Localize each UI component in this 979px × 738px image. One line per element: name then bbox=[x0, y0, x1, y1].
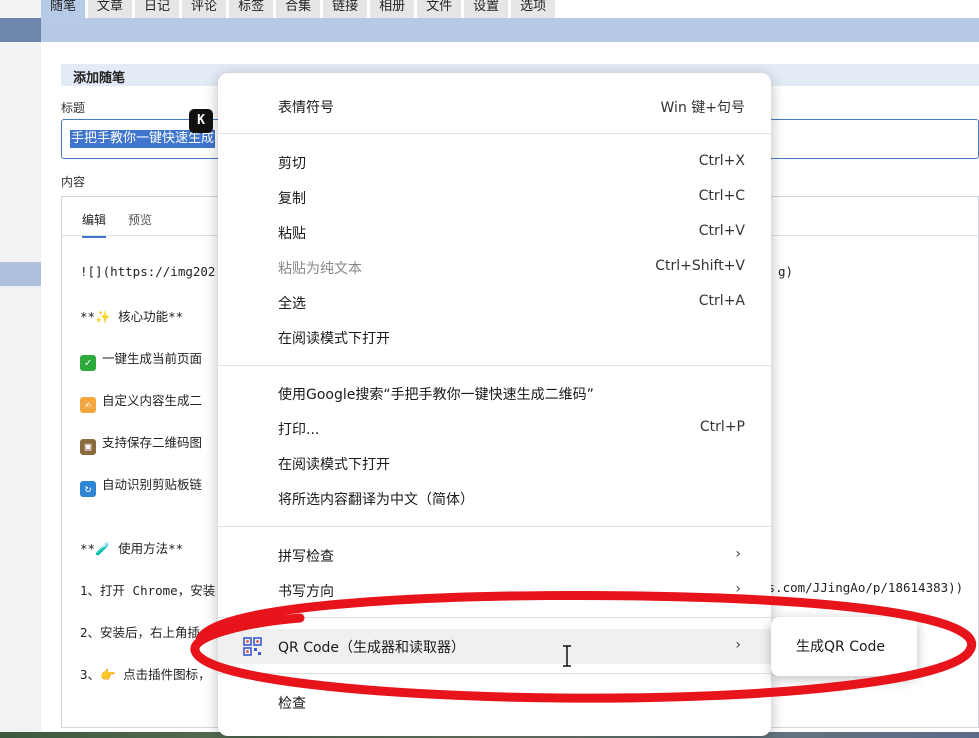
menu-item-print[interactable]: 打印... Ctrl+P bbox=[218, 411, 771, 446]
header-band bbox=[41, 18, 979, 42]
menu-item-shortcut: Ctrl+P bbox=[699, 419, 745, 435]
chevron-right-icon: › bbox=[735, 581, 741, 597]
markdown-line-feature-1[interactable]: ✓ 一键生成当前页面 bbox=[80, 348, 202, 371]
nav-tab-links[interactable]: 链接 bbox=[323, 0, 369, 18]
menu-item-reader-mode[interactable]: 在阅读模式下打开 bbox=[218, 320, 771, 355]
menu-separator bbox=[218, 526, 771, 527]
markdown-line-usage-heading[interactable]: **🧪 使用方法** bbox=[80, 538, 183, 557]
nav-tab-comments[interactable]: 评论 bbox=[182, 0, 228, 18]
menu-item-label: 全选 bbox=[278, 296, 306, 312]
menu-item-label: 复制 bbox=[278, 191, 306, 207]
menu-item-shortcut: Ctrl+A bbox=[698, 293, 745, 309]
feature-2-text: 自定义内容生成二 bbox=[102, 393, 203, 408]
markdown-line-features-heading[interactable]: **✨ 核心功能** bbox=[80, 306, 183, 325]
toolbox-icon: ▣ bbox=[80, 439, 96, 455]
tab-edit[interactable]: 编辑 bbox=[82, 211, 107, 238]
menu-item-label: QR Code（生成器和读取器） bbox=[278, 640, 466, 656]
tab-preview[interactable]: 预览 bbox=[128, 211, 152, 228]
chevron-right-icon: › bbox=[735, 546, 741, 562]
menu-item-label: 将所选内容翻译为中文（简体） bbox=[278, 492, 474, 508]
menu-item-reader-mode-2[interactable]: 在阅读模式下打开 bbox=[218, 446, 771, 481]
markdown-line-step-3[interactable]: 3、👉 点击插件图标， bbox=[80, 664, 211, 683]
writing-hand-icon: ✍ bbox=[80, 397, 96, 413]
qr-code-icon bbox=[243, 637, 262, 656]
nav-tab-options[interactable]: 选项 bbox=[511, 0, 557, 18]
markdown-line-step-1-tail[interactable]: gs.com/JJingAo/p/18614383)) bbox=[760, 580, 963, 595]
menu-separator bbox=[218, 133, 771, 134]
menu-item-translate[interactable]: 将所选内容翻译为中文（简体） bbox=[218, 481, 771, 516]
menu-item-shortcut: Win 键+句号 bbox=[660, 100, 745, 116]
feature-4-text: 自动识别剪贴板链 bbox=[102, 477, 203, 492]
menu-item-label: 表情符号 bbox=[278, 100, 334, 116]
menu-item-shortcut: Ctrl+X bbox=[698, 153, 745, 169]
feature-3-text: 支持保存二维码图 bbox=[102, 435, 203, 450]
markdown-line-step-2[interactable]: 2、安装后，右上角插 bbox=[80, 622, 200, 641]
title-label: 标题 bbox=[61, 101, 86, 115]
menu-item-emoji[interactable]: 表情符号 Win 键+句号 bbox=[218, 89, 771, 124]
menu-item-inspect[interactable]: 检查 bbox=[218, 685, 771, 720]
menu-item-select-all[interactable]: 全选 Ctrl+A bbox=[218, 285, 771, 320]
text-cursor-icon bbox=[563, 645, 571, 667]
menu-item-label: 检查 bbox=[278, 696, 306, 712]
menu-item-qr-code[interactable]: QR Code（生成器和读取器） › bbox=[218, 629, 771, 664]
menu-item-label: 剪切 bbox=[278, 156, 306, 172]
refresh-icon: ↻ bbox=[80, 481, 96, 497]
menu-item-shortcut: Ctrl+Shift+V bbox=[655, 258, 745, 274]
nav-tab-files[interactable]: 文件 bbox=[417, 0, 463, 18]
nav-tab-diary[interactable]: 日记 bbox=[135, 0, 181, 18]
menu-item-label: 在阅读模式下打开 bbox=[278, 331, 390, 347]
menu-item-google-search[interactable]: 使用Google搜索“手把手教你一键快速生成二维码” bbox=[218, 376, 771, 411]
markdown-line-feature-4[interactable]: ↻ 自动识别剪贴板链 bbox=[80, 474, 202, 497]
menu-item-cut[interactable]: 剪切 Ctrl+X bbox=[218, 145, 771, 180]
top-nav: 随笔 文章 日记 评论 标签 合集 链接 相册 文件 设置 选项 bbox=[41, 0, 558, 18]
nav-tab-article[interactable]: 文章 bbox=[88, 0, 134, 18]
menu-item-shortcut: Ctrl+V bbox=[698, 223, 745, 239]
extension-badge-icon[interactable]: K bbox=[189, 109, 213, 133]
check-icon: ✓ bbox=[80, 355, 96, 371]
menu-item-label: 打印... bbox=[278, 422, 320, 438]
markdown-line-image-tail[interactable]: g) bbox=[778, 264, 793, 279]
menu-item-label: 粘贴 bbox=[278, 226, 306, 242]
nav-tab-essay[interactable]: 随笔 bbox=[41, 0, 87, 18]
menu-item-label: 使用Google搜索“手把手教你一键快速生成二维码” bbox=[278, 387, 594, 403]
menu-item-writing-direction[interactable]: 书写方向 › bbox=[218, 573, 771, 608]
menu-separator bbox=[218, 365, 771, 366]
markdown-line-step-1[interactable]: 1、打开 Chrome，安装 bbox=[80, 580, 215, 599]
menu-separator bbox=[218, 673, 771, 674]
left-nav-highlight[interactable] bbox=[0, 18, 41, 42]
nav-tab-tags[interactable]: 标签 bbox=[229, 0, 275, 18]
nav-tab-collections[interactable]: 合集 bbox=[276, 0, 322, 18]
content-label: 内容 bbox=[61, 175, 86, 189]
menu-item-label: 粘贴为纯文本 bbox=[278, 261, 362, 277]
menu-item-spell-check[interactable]: 拼写检查 › bbox=[218, 538, 771, 573]
menu-item-label: 书写方向 bbox=[278, 584, 334, 600]
left-nav-highlight-2[interactable] bbox=[0, 262, 41, 286]
menu-item-label: 拼写检查 bbox=[278, 549, 334, 565]
menu-item-label: 在阅读模式下打开 bbox=[278, 457, 390, 473]
menu-item-copy[interactable]: 复制 Ctrl+C bbox=[218, 180, 771, 215]
section-title: 添加随笔 bbox=[73, 71, 126, 86]
menu-separator bbox=[218, 617, 771, 618]
nav-tab-settings[interactable]: 设置 bbox=[464, 0, 510, 18]
markdown-line-image[interactable]: ![](https://img202 bbox=[80, 264, 215, 279]
menu-item-paste[interactable]: 粘贴 Ctrl+V bbox=[218, 215, 771, 250]
left-panel bbox=[0, 0, 41, 738]
menu-item-shortcut: Ctrl+C bbox=[698, 188, 745, 204]
menu-item-paste-plain[interactable]: 粘贴为纯文本 Ctrl+Shift+V bbox=[218, 250, 771, 285]
feature-1-text: 一键生成当前页面 bbox=[102, 351, 203, 366]
submenu-item-generate-qr[interactable]: 生成QR Code bbox=[796, 636, 885, 656]
nav-tab-album[interactable]: 相册 bbox=[370, 0, 416, 18]
chevron-right-icon: › bbox=[735, 637, 741, 653]
markdown-line-feature-3[interactable]: ▣ 支持保存二维码图 bbox=[80, 432, 202, 455]
markdown-line-feature-2[interactable]: ✍ 自定义内容生成二 bbox=[80, 390, 202, 413]
